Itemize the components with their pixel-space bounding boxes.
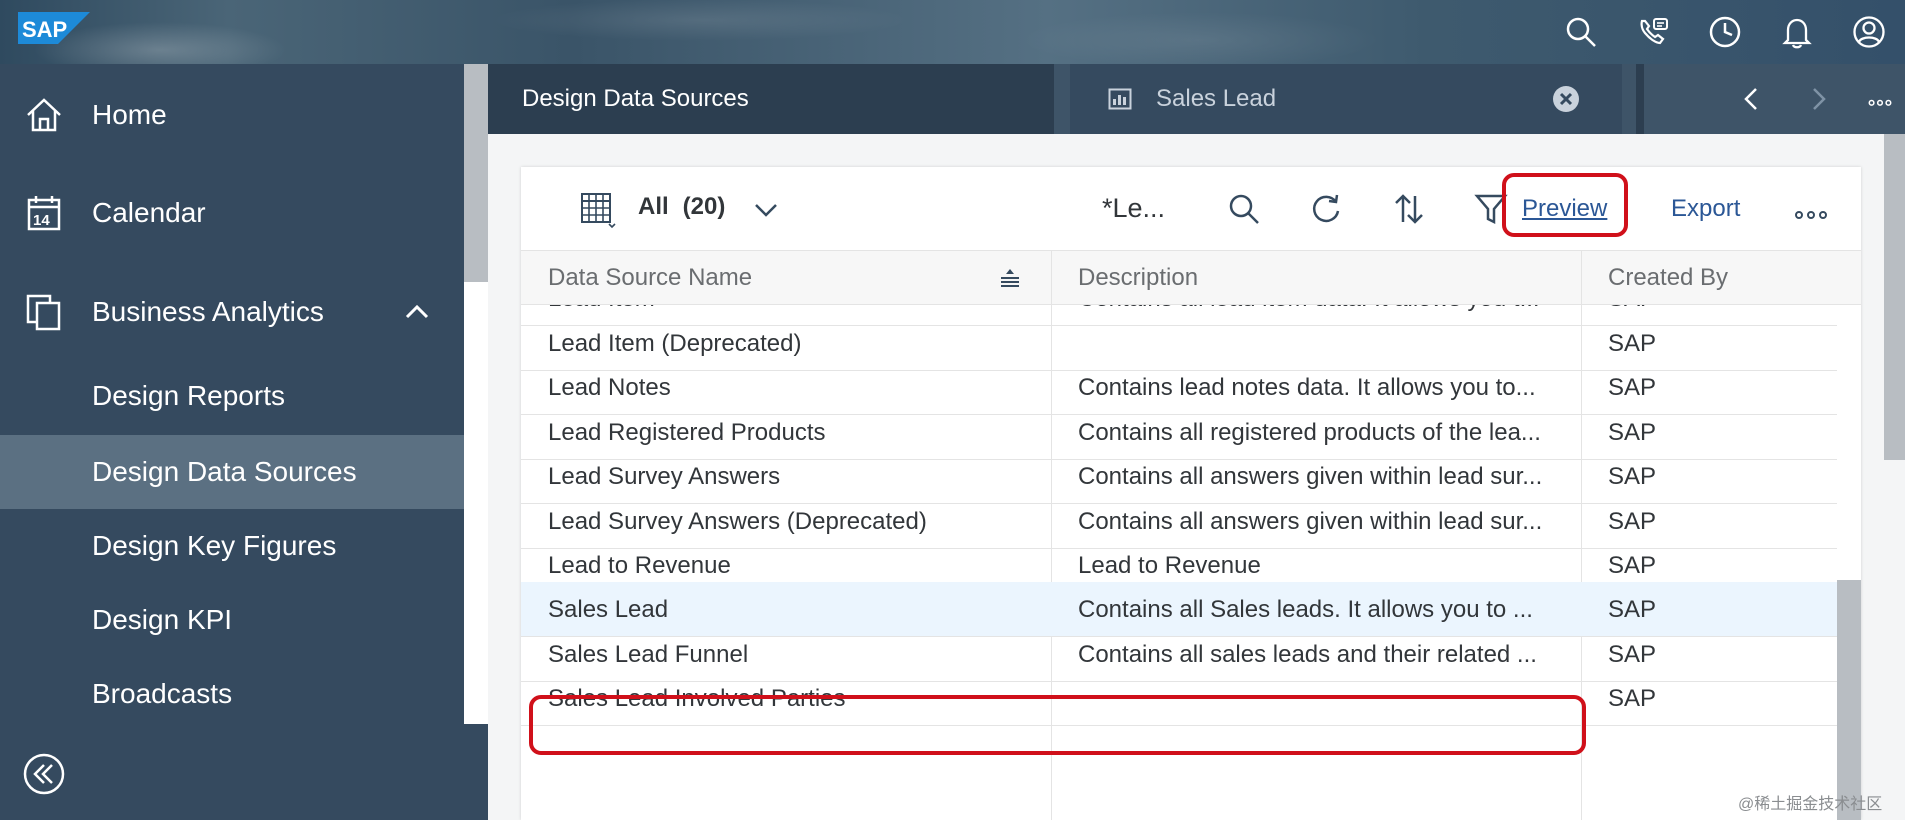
column-header-created-by[interactable]: Created By <box>1608 251 1728 305</box>
search-button[interactable] <box>1545 0 1617 64</box>
watermark: @稀土掘金技术社区 <box>1738 796 1883 813</box>
data-source-table-card: All (20) *Le... Preview Export Data Sourc… <box>521 167 1861 820</box>
chevron-down-icon[interactable] <box>751 195 781 225</box>
variant-selector[interactable]: All (20) <box>638 193 725 221</box>
svg-text:SAP: SAP <box>22 17 67 42</box>
sidebar-scrollbar-thumb[interactable] <box>464 64 488 282</box>
user-icon <box>1853 16 1885 48</box>
refresh-icon <box>1312 194 1340 223</box>
sort-ascending-icon[interactable] <box>998 267 1022 289</box>
column-header-label: Description <box>1078 264 1199 291</box>
calendar-icon: 14 <box>22 191 66 235</box>
tab-overflow-button[interactable] <box>1850 64 1905 134</box>
notification-icon <box>1782 18 1812 49</box>
search-icon <box>1566 17 1596 47</box>
shell-bar: SAP <box>0 0 1905 64</box>
search-term[interactable]: *Le... <box>1102 193 1165 224</box>
side-navigation: Home 14 Calendar Business Analytics Desi… <box>0 64 488 820</box>
export-button[interactable]: Export <box>1671 195 1740 223</box>
column-header-name[interactable]: Data Source Name <box>548 251 752 305</box>
feedback-button[interactable] <box>1617 0 1689 64</box>
table-header: Data Source Name Description Created By <box>521 251 1861 305</box>
search-button[interactable] <box>1222 187 1266 231</box>
cell-created-by: SAP <box>1608 684 1657 712</box>
home-icon <box>22 93 66 137</box>
nav-item-business-analytics[interactable]: Business Analytics <box>0 275 464 349</box>
tab-next-button[interactable] <box>1788 64 1848 134</box>
close-icon[interactable] <box>1552 85 1580 113</box>
sap-logo[interactable]: SAP <box>18 12 90 44</box>
nav-sub-label: Design Data Sources <box>92 456 357 487</box>
notification-button[interactable] <box>1761 0 1833 64</box>
tab-bar: Design Data Sources Sales Lead <box>488 64 1905 134</box>
nav-label-home: Home <box>92 99 167 130</box>
sort-button[interactable] <box>1387 187 1431 231</box>
page-scrollbar-thumb[interactable] <box>1884 134 1905 460</box>
nav-sub-design-reports[interactable]: Design Reports <box>0 359 464 433</box>
nav-item-calendar[interactable]: 14 Calendar <box>0 176 464 250</box>
search-icon <box>1229 194 1259 224</box>
tab-label: Sales Lead <box>1156 85 1277 112</box>
nav-label-business-analytics: Business Analytics <box>92 296 324 327</box>
shell-actions <box>1545 0 1905 64</box>
table-toolbar: All (20) *Le... Preview Export <box>521 167 1861 251</box>
history-button[interactable] <box>1689 0 1761 64</box>
nav-sub-label: Broadcasts <box>92 678 233 709</box>
chevron-right-icon <box>1813 88 1826 110</box>
nav-sub-label: Design Reports <box>92 380 285 411</box>
more-icon[interactable] <box>1791 197 1831 227</box>
nav-label-calendar: Calendar <box>92 197 206 228</box>
variant-label: All <box>638 193 669 220</box>
sort-icon <box>1395 194 1423 224</box>
nav-sub-broadcasts[interactable]: Broadcasts <box>0 657 464 731</box>
table-scrollbar-thumb[interactable] <box>1837 580 1861 820</box>
table-view-icon[interactable] <box>577 189 617 229</box>
nav-sub-label: Design Key Figures <box>92 530 337 561</box>
row-highlight-frame <box>529 695 1586 755</box>
variant-count: (20) <box>682 193 726 220</box>
chevron-left-icon <box>1744 88 1757 110</box>
main-content: All (20) *Le... Preview Export Data Sourc… <box>488 134 1905 820</box>
tab-label: Design Data Sources <box>522 85 749 112</box>
column-header-description[interactable]: Description <box>1078 251 1198 305</box>
column-header-label: Created By <box>1608 264 1729 291</box>
report-icon <box>1108 88 1132 110</box>
nav-sub-label: Design KPI <box>92 604 233 635</box>
svg-text:14: 14 <box>33 212 50 229</box>
feedback-icon <box>1640 18 1668 45</box>
nav-item-home[interactable]: Home <box>0 78 464 152</box>
preview-highlight-frame <box>1502 173 1628 237</box>
more-icon <box>1868 99 1892 106</box>
tab-sales-lead[interactable]: Sales Lead <box>1070 64 1622 134</box>
copy-icon <box>22 290 66 334</box>
tab-prev-button[interactable] <box>1722 64 1782 134</box>
tab-design-data-sources[interactable]: Design Data Sources <box>488 64 1054 134</box>
chevron-up-icon[interactable] <box>402 297 432 327</box>
refresh-button[interactable] <box>1304 187 1348 231</box>
column-header-label: Data Source Name <box>548 264 753 291</box>
tab-divider <box>1636 64 1644 134</box>
nav-sub-design-key-figures[interactable]: Design Key Figures <box>0 509 464 583</box>
collapse-sidebar-icon[interactable] <box>22 752 66 796</box>
history-icon <box>1709 16 1741 48</box>
nav-sub-design-kpi[interactable]: Design KPI <box>0 583 464 657</box>
user-button[interactable] <box>1833 0 1905 64</box>
nav-sub-design-data-sources[interactable]: Design Data Sources <box>0 435 464 509</box>
